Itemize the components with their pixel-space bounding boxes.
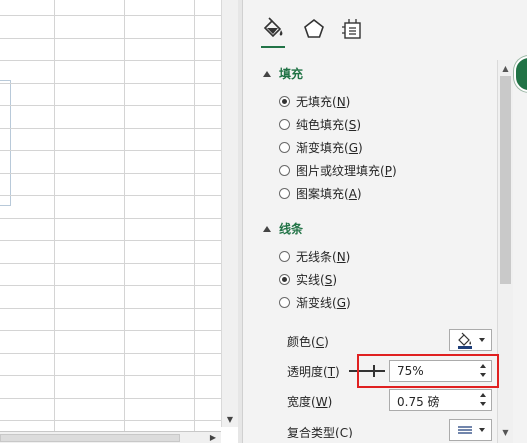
color-label: 颜色(C) <box>287 335 329 349</box>
size-properties-icon[interactable] <box>340 16 366 42</box>
grid-row-line <box>0 353 221 354</box>
grid-row-line <box>0 195 221 196</box>
radio-label: 图片或纹理填充(P) <box>296 163 397 178</box>
worksheet-grid[interactable] <box>0 0 221 431</box>
collapse-triangle-icon <box>263 226 271 232</box>
paint-bucket-icon <box>458 332 472 349</box>
radio-button[interactable] <box>279 273 290 285</box>
radio-button[interactable] <box>279 187 290 199</box>
radio-label: 纯色填充(S) <box>296 117 361 132</box>
radio-label: 渐变填充(G) <box>296 140 363 155</box>
radio-gradient-line[interactable]: 渐变线(G) <box>279 293 351 311</box>
grid-row-line <box>0 150 221 151</box>
effects-pentagon-icon[interactable] <box>301 16 327 42</box>
pane-scroll-thumb[interactable] <box>500 76 511 284</box>
spin-down-icon[interactable] <box>480 402 486 406</box>
grid-column-line <box>194 0 195 431</box>
radio-no-fill[interactable]: 无填充(N) <box>279 92 350 110</box>
radio-button[interactable] <box>279 296 290 308</box>
width-label: 宽度(W) <box>287 395 333 409</box>
radio-label: 图案填充(A) <box>296 186 362 201</box>
line-color-dropdown[interactable] <box>449 329 492 351</box>
line-section-header[interactable]: 线条 <box>263 220 303 237</box>
pane-scroll-up-icon[interactable]: ▲ <box>498 62 513 76</box>
radio-solid-line[interactable]: 实线(S) <box>279 270 337 288</box>
horizontal-scroll-thumb[interactable] <box>0 434 180 442</box>
grid-column-line <box>124 0 125 431</box>
red-highlight-box <box>357 354 499 388</box>
radio-label: 无填充(N) <box>296 94 351 109</box>
radio-button[interactable] <box>279 95 290 107</box>
scroll-down-arrow-icon[interactable]: ▼ <box>222 412 238 427</box>
chevron-down-icon <box>479 338 485 342</box>
pane-scroll-down-icon[interactable]: ▼ <box>498 426 513 440</box>
sheet-horizontal-scrollbar[interactable]: ▶ <box>0 431 221 443</box>
grid-row-line <box>0 38 221 39</box>
grid-row-line <box>0 83 221 84</box>
scroll-right-arrow-icon[interactable]: ▶ <box>206 432 220 443</box>
width-value[interactable]: 0.75 磅 <box>397 393 440 410</box>
radio-label: 实线(S) <box>296 272 337 287</box>
line-section-title: 线条 <box>279 222 304 236</box>
radio-button[interactable] <box>279 250 290 262</box>
radio-label: 渐变线(G) <box>296 295 351 310</box>
grid-row-line <box>0 105 221 106</box>
grid-row-line <box>0 398 221 399</box>
compound-type-label: 复合类型(C) <box>287 426 353 438</box>
grid-row-line <box>0 173 221 174</box>
radio-no-line[interactable]: 无线条(N) <box>279 247 350 265</box>
radio-button[interactable] <box>279 118 290 130</box>
radio-pattern-fill[interactable]: 图案填充(A) <box>279 184 362 202</box>
radio-label: 无线条(N) <box>296 249 351 264</box>
grid-row-line <box>0 420 221 421</box>
fill-line-icon[interactable] <box>260 16 286 48</box>
grid-row-line <box>0 285 221 286</box>
compound-lines-icon <box>457 426 472 434</box>
grid-row-line <box>0 375 221 376</box>
spin-up-icon[interactable] <box>480 393 486 397</box>
spinner-arrows[interactable] <box>480 392 488 408</box>
grid-row-line <box>0 308 221 309</box>
grid-row-line <box>0 263 221 264</box>
compound-type-dropdown[interactable] <box>449 419 492 441</box>
fill-section-title: 填充 <box>279 67 304 81</box>
chart-object-edge[interactable] <box>0 80 11 206</box>
radio-button[interactable] <box>279 164 290 176</box>
radio-button[interactable] <box>279 141 290 153</box>
pane-vertical-scrollbar[interactable]: ▲ ▼ <box>497 60 513 443</box>
chevron-down-icon <box>478 428 485 432</box>
transparency-label: 透明度(T) <box>287 365 340 379</box>
grid-row-line <box>0 240 221 241</box>
grid-row-line <box>0 218 221 219</box>
radio-solid-fill[interactable]: 纯色填充(S) <box>279 115 361 133</box>
grid-row-line <box>0 15 221 16</box>
sheet-vertical-scrollbar[interactable]: ▼ <box>221 0 238 427</box>
width-spinner[interactable]: 0.75 磅 <box>389 389 492 411</box>
radio-picture-fill[interactable]: 图片或纹理填充(P) <box>279 161 397 179</box>
radio-gradient-fill[interactable]: 渐变填充(G) <box>279 138 363 156</box>
grid-row-line <box>0 330 221 331</box>
collapse-triangle-icon <box>263 71 271 77</box>
grid-row-line <box>0 128 221 129</box>
grid-column-line <box>54 0 55 431</box>
fill-section-header[interactable]: 填充 <box>263 65 303 82</box>
grid-row-line <box>0 60 221 61</box>
